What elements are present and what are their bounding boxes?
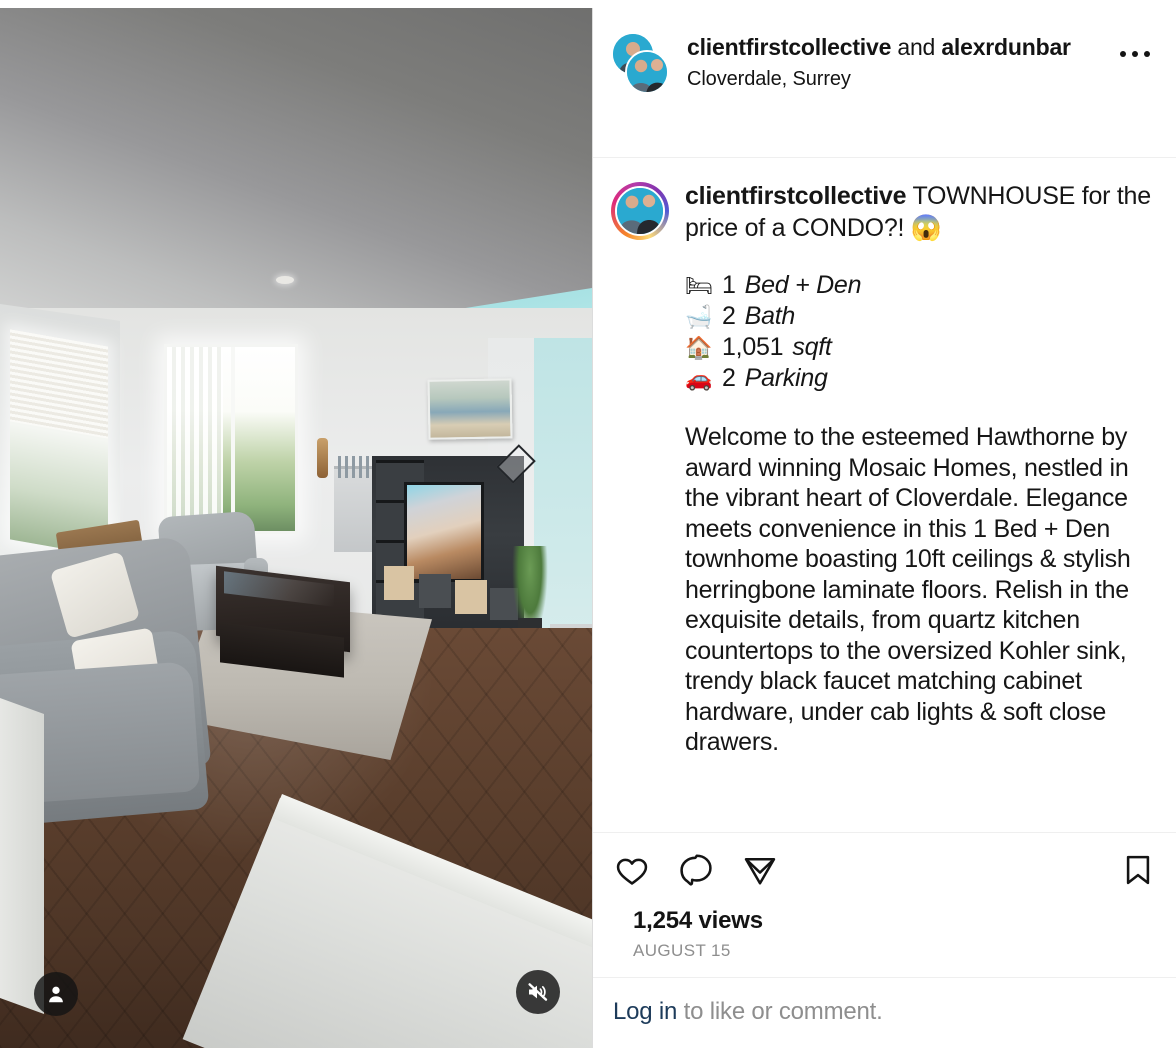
comment-bubble-icon xyxy=(680,854,712,886)
storage-basket xyxy=(384,566,414,600)
caption-description: Welcome to the esteemed Hawthorne by awa… xyxy=(685,423,1131,756)
like-button[interactable] xyxy=(613,851,651,889)
listing-specs: 🛏 1 Bed + Den 🛁 2 Bath 🏠 1,051 sqft 🚗 2 … xyxy=(685,270,1154,394)
spec-value: 1,051 xyxy=(722,333,784,361)
car-icon: 🚗 xyxy=(685,366,713,391)
spec-label: sqft xyxy=(792,333,832,361)
spec-value: 2 xyxy=(722,364,736,392)
spec-row: 🚗 2 Parking xyxy=(685,363,1154,394)
username-conjunction: and xyxy=(891,34,942,60)
post-actions: 1,254 views AUGUST 15 xyxy=(593,832,1176,977)
bookmark-icon xyxy=(1126,855,1150,885)
post-location[interactable]: Cloverdale, Surrey xyxy=(687,65,1114,93)
post-details-panel: clientfirstcollective and alexrdunbar Cl… xyxy=(592,8,1176,1048)
door-frame xyxy=(231,347,235,531)
ceiling-light xyxy=(276,276,294,284)
login-prompt: Log in to like or comment. xyxy=(593,977,1176,1048)
username-secondary[interactable]: alexrdunbar xyxy=(941,34,1071,60)
caption-avatar-photo xyxy=(615,186,665,236)
spec-label: Parking xyxy=(744,364,828,392)
story-ring xyxy=(611,182,669,240)
door-curtain xyxy=(167,347,223,531)
share-button[interactable] xyxy=(741,851,779,889)
wall-artwork xyxy=(427,378,513,440)
bath-icon: 🛁 xyxy=(685,304,713,329)
caption-author[interactable]: clientfirstcollective xyxy=(685,182,906,210)
username-primary[interactable]: clientfirstcollective xyxy=(687,34,891,60)
save-button[interactable] xyxy=(1120,852,1156,888)
view-count: 1,254 views xyxy=(633,907,763,934)
caption-body: clientfirstcollective TOWNHOUSE for the … xyxy=(681,180,1154,822)
heart-icon xyxy=(616,858,648,885)
ceiling xyxy=(0,8,592,338)
post-usernames: clientfirstcollective and alexrdunbar xyxy=(687,32,1114,62)
storage-basket xyxy=(419,574,451,608)
header-text: clientfirstcollective and alexrdunbar Cl… xyxy=(677,30,1114,93)
more-options-button[interactable] xyxy=(1114,40,1156,60)
comment-button[interactable] xyxy=(677,851,715,889)
spec-value: 2 xyxy=(722,302,736,330)
bar-bottles xyxy=(338,456,376,478)
avatar-primary[interactable] xyxy=(625,50,669,94)
caption-avatar[interactable] xyxy=(611,180,681,822)
window-blind xyxy=(10,329,108,439)
login-prompt-text: to like or comment. xyxy=(677,998,883,1025)
spec-value: 1 xyxy=(722,271,736,299)
post-media[interactable] xyxy=(0,8,592,1048)
spec-row: 🛏 1 Bed + Den xyxy=(685,270,1154,301)
post-date: AUGUST 15 xyxy=(633,941,731,960)
wall-decor-bottle xyxy=(317,438,328,478)
action-row xyxy=(613,851,1156,889)
avatar-stack[interactable] xyxy=(611,34,677,96)
person-icon xyxy=(49,986,63,1003)
spec-label: Bed + Den xyxy=(744,271,862,299)
bed-icon: 🛏 xyxy=(685,273,713,298)
television xyxy=(404,482,484,582)
dot xyxy=(1120,51,1126,57)
speaker-muted-icon xyxy=(528,983,548,1001)
dot xyxy=(1132,51,1138,57)
instagram-post-page: clientfirstcollective and alexrdunbar Cl… xyxy=(0,0,1176,1053)
spec-label: Bath xyxy=(744,302,796,330)
storage-basket xyxy=(455,580,487,614)
tagged-accounts-button[interactable] xyxy=(34,972,78,1016)
post-header: clientfirstcollective and alexrdunbar Cl… xyxy=(593,8,1176,158)
login-link[interactable]: Log in xyxy=(613,998,677,1025)
spec-row: 🛁 2 Bath xyxy=(685,301,1154,332)
caption-area: clientfirstcollective TOWNHOUSE for the … xyxy=(593,158,1176,832)
dot xyxy=(1144,51,1150,57)
avatar-photo xyxy=(627,52,667,92)
baseboard xyxy=(0,698,44,1015)
mute-toggle-button[interactable] xyxy=(516,970,560,1014)
spec-row: 🏠 1,051 sqft xyxy=(685,332,1154,363)
listing-photo xyxy=(0,8,592,1048)
avatar-photo xyxy=(617,188,663,234)
caption-headline: clientfirstcollective TOWNHOUSE for the … xyxy=(685,180,1154,244)
house-icon: 🏠 xyxy=(685,335,713,360)
action-buttons-left xyxy=(613,851,779,889)
paper-plane-icon xyxy=(744,857,776,885)
